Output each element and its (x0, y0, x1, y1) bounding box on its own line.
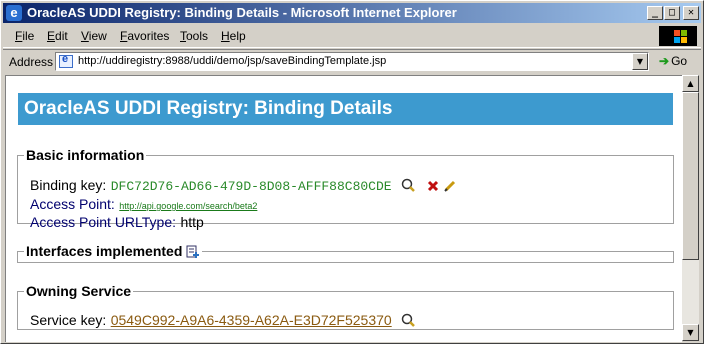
windows-logo-icon (659, 26, 697, 46)
service-key-label: Service key: (30, 312, 107, 328)
close-button[interactable]: ✕ (683, 6, 699, 20)
minimize-icon: _ (651, 7, 659, 18)
access-point-link[interactable]: http://api.google.com/search/beta2 (119, 201, 257, 211)
scroll-down-button[interactable]: ▼ (682, 324, 699, 341)
address-url: http://uddiregistry:8988/uddi/demo/jsp/s… (78, 55, 387, 67)
basic-information-section: Basic information Binding key: DFC72D76-… (17, 147, 674, 230)
address-input[interactable]: http://uddiregistry:8988/uddi/demo/jsp/s… (55, 52, 649, 71)
go-button[interactable]: ➔ Go (659, 54, 687, 68)
window-title: OracleAS UDDI Registry: Binding Details … (27, 5, 457, 20)
scroll-thumb[interactable] (682, 92, 699, 260)
urltype-label: Access Point URLType: (30, 214, 177, 230)
browser-window: e OracleAS UDDI Registry: Binding Detail… (0, 0, 704, 344)
maximize-icon: □ (668, 7, 676, 18)
binding-key-label: Binding key: (30, 177, 107, 193)
go-label: Go (671, 54, 688, 68)
search-icon[interactable] (400, 178, 418, 194)
service-key-row: Service key: 0549C992-A9A6-4359-A62A-E3D… (30, 312, 418, 330)
menu-help[interactable]: Help (221, 29, 246, 43)
address-bar: Address http://uddiregistry:8988/uddi/de… (3, 49, 701, 74)
interfaces-legend-text: Interfaces implemented (26, 243, 183, 259)
menu-edit[interactable]: Edit (47, 29, 68, 43)
binding-key-row: Binding key: DFC72D76-AD66-479D-8D08-AFF… (30, 177, 457, 195)
chevron-down-icon: ▼ (687, 328, 694, 337)
page-content: OracleAS UDDI Registry: Binding Details … (5, 75, 682, 342)
chevron-up-icon: ▲ (687, 79, 694, 88)
interfaces-legend: Interfaces implemented (24, 243, 202, 259)
menu-file[interactable]: File (15, 29, 34, 43)
owning-service-legend: Owning Service (26, 283, 132, 299)
basic-information-legend: Basic information (26, 147, 145, 163)
menu-view[interactable]: View (81, 29, 107, 43)
access-point-label: Access Point: (30, 196, 115, 212)
page-header: OracleAS UDDI Registry: Binding Details (18, 93, 673, 125)
ie-icon: e (6, 5, 22, 21)
title-bar[interactable]: e OracleAS UDDI Registry: Binding Detail… (3, 3, 701, 23)
go-arrow-icon: ➔ (659, 54, 670, 68)
menu-favorites[interactable]: Favorites (120, 29, 169, 43)
menu-bar: File Edit View Favorites Tools Help (3, 25, 701, 48)
service-key-link[interactable]: 0549C992-A9A6-4359-A62A-E3D72F525370 (111, 312, 392, 328)
close-icon: ✕ (687, 7, 695, 18)
maximize-button[interactable]: □ (664, 6, 680, 20)
address-dropdown-button[interactable]: ▼ (632, 53, 648, 70)
edit-icon[interactable] (443, 179, 457, 193)
address-label: Address (9, 55, 54, 69)
owning-service-section: Owning Service Service key: 0549C992-A9A… (17, 283, 674, 330)
page-icon (59, 53, 73, 68)
delete-icon[interactable] (427, 180, 439, 192)
urltype-row: Access Point URLType: http (30, 214, 204, 232)
add-interface-icon[interactable] (186, 245, 200, 259)
binding-key-value: DFC72D76-AD66-479D-8D08-AFFF88C80CDE (110, 179, 392, 194)
access-point-row: Access Point: http://api.google.com/sear… (30, 196, 257, 214)
urltype-value: http (180, 214, 204, 230)
minimize-button[interactable]: _ (647, 6, 663, 20)
chevron-down-icon: ▼ (636, 57, 644, 66)
scroll-up-button[interactable]: ▲ (682, 75, 699, 92)
page-title: OracleAS UDDI Registry: Binding Details (24, 98, 393, 119)
interfaces-section: Interfaces implemented (17, 243, 674, 263)
search-icon[interactable] (400, 313, 418, 329)
menu-tools[interactable]: Tools (180, 29, 208, 43)
vertical-scrollbar[interactable]: ▲ ▼ (682, 75, 699, 341)
